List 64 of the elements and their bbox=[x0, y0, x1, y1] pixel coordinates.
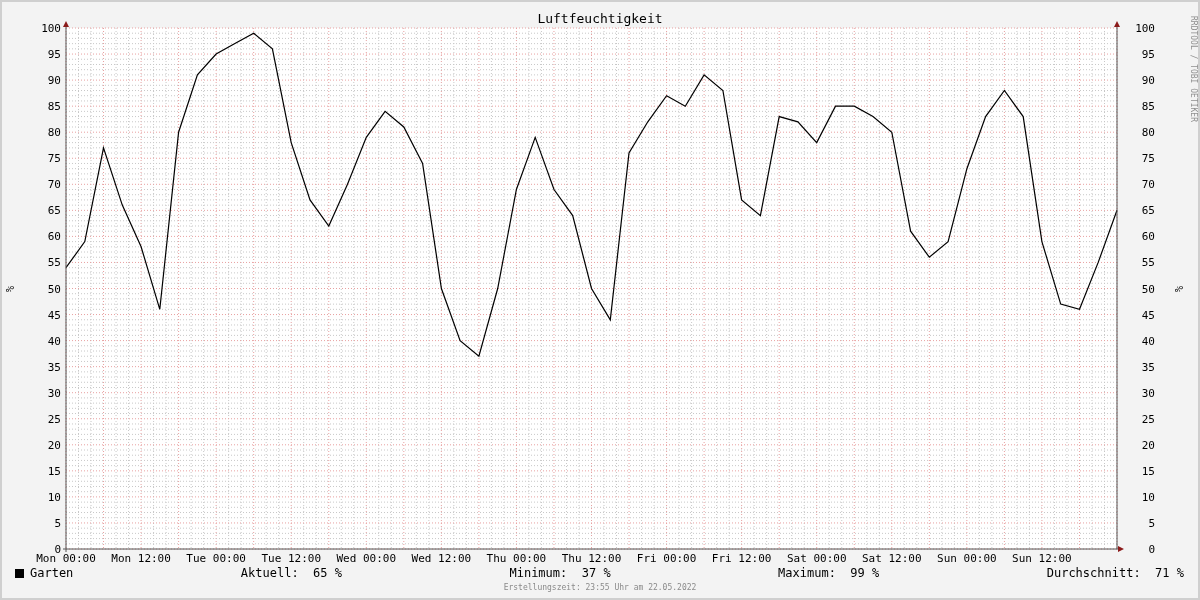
y-tick-label: 65 bbox=[47, 204, 61, 218]
y-tick-label: 55 bbox=[1141, 256, 1155, 270]
y-tick-label: 60 bbox=[47, 230, 61, 244]
y-tick-label: 100 bbox=[1135, 22, 1155, 35]
legend-stat: Aktuell: 65 % bbox=[240, 566, 342, 580]
y-tick-label: 15 bbox=[47, 464, 61, 478]
y-tick-label: 70 bbox=[1141, 178, 1155, 192]
x-tick-label: Tue 00:00 bbox=[186, 552, 246, 564]
y-tick-label: 45 bbox=[1141, 308, 1155, 322]
y-tick-label: 25 bbox=[47, 412, 61, 426]
y-tick-label: 40 bbox=[47, 334, 61, 348]
y-tick-label: 85 bbox=[1141, 100, 1155, 114]
x-tick-label: Thu 12:00 bbox=[561, 552, 622, 564]
x-tick-label: Sat 12:00 bbox=[862, 552, 922, 564]
x-tick-label: Wed 12:00 bbox=[411, 552, 472, 564]
y-tick-label: 30 bbox=[47, 386, 61, 400]
y-tick-label: 75 bbox=[1141, 152, 1155, 166]
y-tick-label: 100 bbox=[41, 22, 61, 35]
y-tick-label: 10 bbox=[47, 490, 61, 504]
y-tick-label: 85 bbox=[47, 100, 61, 114]
x-tick-label: Sun 00:00 bbox=[937, 552, 997, 564]
x-tick-label: Wed 00:00 bbox=[336, 552, 397, 564]
y-tick-label: 70 bbox=[47, 178, 61, 192]
y-tick-label: 0 bbox=[1148, 543, 1155, 556]
y-tick-label: 45 bbox=[47, 308, 61, 322]
y-tick-label: 40 bbox=[1141, 334, 1155, 348]
y-tick-label: 50 bbox=[1141, 282, 1155, 296]
y-tick-label: 35 bbox=[47, 360, 61, 374]
y-tick-label: 90 bbox=[1141, 74, 1155, 88]
y-tick-label: 80 bbox=[1141, 126, 1155, 140]
y-tick-label: 90 bbox=[47, 74, 61, 88]
legend-stat: Maximum: 99 % bbox=[778, 566, 880, 580]
y-axis-label: % bbox=[1173, 286, 1184, 292]
x-tick-label: Tue 12:00 bbox=[261, 552, 321, 564]
legend-stat: Durchschnitt: 71 % bbox=[1046, 566, 1184, 580]
creation-time-text: Erstellungszeit: 23:55 Uhr am 22.05.2022 bbox=[502, 582, 698, 594]
y-tick-label: 65 bbox=[1141, 204, 1155, 218]
y-tick-label: 35 bbox=[1141, 360, 1155, 374]
y-tick-label: 15 bbox=[1141, 464, 1155, 478]
x-tick-label: Fri 12:00 bbox=[711, 552, 772, 564]
y-tick-label: 55 bbox=[47, 256, 61, 270]
legend-stat: Minimum: 37 % bbox=[509, 566, 611, 580]
y-tick-label: 10 bbox=[1141, 490, 1155, 504]
y-tick-label: 25 bbox=[1141, 412, 1155, 426]
x-tick-label: Fri 00:00 bbox=[636, 552, 697, 564]
y-tick-label: 5 bbox=[54, 516, 61, 530]
credit-text: RRDTOOL / TOBI OETIKER bbox=[1189, 16, 1198, 122]
y-tick-label: 95 bbox=[47, 48, 61, 62]
y-tick-label: 95 bbox=[1141, 48, 1155, 62]
y-axis-label: % bbox=[4, 286, 15, 292]
y-tick-label: 50 bbox=[47, 282, 61, 296]
x-tick-label: Thu 00:00 bbox=[486, 552, 547, 564]
y-tick-label: 20 bbox=[47, 438, 61, 452]
y-tick-label: 5 bbox=[1148, 516, 1155, 530]
y-tick-label: 80 bbox=[47, 126, 61, 140]
y-tick-label: 30 bbox=[1141, 386, 1155, 400]
x-tick-label: Sat 00:00 bbox=[786, 552, 847, 564]
legend-series-name: Garten bbox=[30, 566, 74, 580]
chart-title: Luftfeuchtigkeit bbox=[537, 11, 663, 26]
y-tick-label: 20 bbox=[1141, 438, 1155, 452]
y-tick-label: 60 bbox=[1141, 230, 1155, 244]
x-tick-label: Sun 12:00 bbox=[1012, 552, 1072, 564]
y-tick-label: 75 bbox=[47, 152, 61, 166]
x-tick-label: Mon 12:00 bbox=[111, 552, 171, 564]
